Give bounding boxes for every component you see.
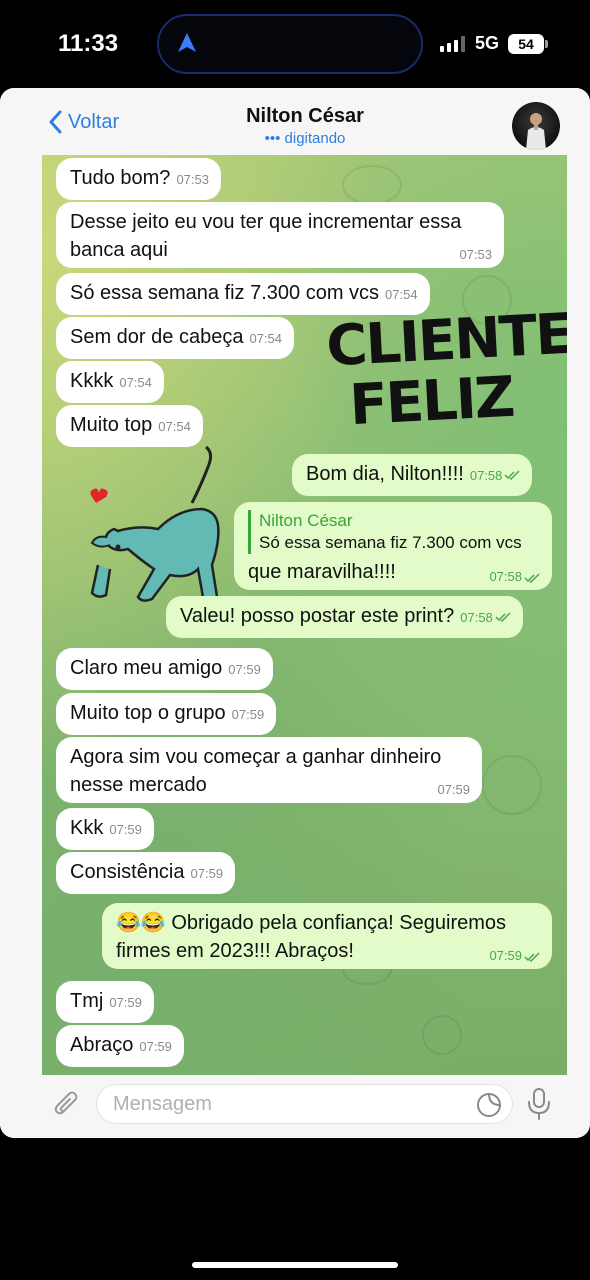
battery-icon: 54 xyxy=(508,34,548,54)
mic-icon[interactable] xyxy=(526,1087,552,1126)
message-incoming[interactable]: Agora sim vou começar a ganhar dinheiro … xyxy=(56,737,482,803)
message-time: 07:54 xyxy=(158,419,191,434)
navigation-arrow-icon xyxy=(176,32,198,59)
message-text: Abraço xyxy=(70,1034,134,1056)
message-outgoing[interactable]: Valeu! posso postar este print? 07:58 xyxy=(166,596,523,638)
message-outgoing[interactable]: 😂😂 Obrigado pela confiança! Seguiremos f… xyxy=(102,903,552,969)
message-time: 07:53 xyxy=(459,247,492,262)
message-text: Sem dor de cabeça xyxy=(70,326,244,348)
message-incoming[interactable]: Sem dor de cabeça 07:54 xyxy=(56,317,294,359)
message-incoming[interactable]: Consistência 07:59 xyxy=(56,852,236,894)
message-text: Claro meu amigo xyxy=(70,657,223,679)
message-incoming[interactable]: Tudo bom? 07:53 xyxy=(56,158,221,200)
read-ticks-icon xyxy=(524,952,540,962)
message-time: 07:58 xyxy=(460,610,493,625)
message-incoming[interactable]: Kkk 07:59 xyxy=(56,808,154,850)
quoted-author: Nilton César xyxy=(259,511,353,530)
message-text: Kkkk xyxy=(70,370,114,392)
message-incoming[interactable]: Claro meu amigo 07:59 xyxy=(56,648,273,690)
message-time: 07:54 xyxy=(119,375,152,390)
message-text: Muito top o grupo xyxy=(70,702,226,724)
message-time: 07:59 xyxy=(190,866,224,881)
message-incoming[interactable]: Kkkk 07:54 xyxy=(56,361,164,403)
message-text: Muito top xyxy=(70,414,153,436)
home-indicator[interactable] xyxy=(192,1262,398,1268)
message-time: 07:53 xyxy=(176,172,209,187)
composer xyxy=(0,1075,590,1138)
message-time: 07:58 xyxy=(469,468,503,483)
cliente-feliz-sticker: CLIENTE FELIZ xyxy=(324,301,567,439)
message-time: 07:54 xyxy=(385,287,418,302)
signal-icon xyxy=(440,36,465,52)
chat-window: Voltar Nilton César ••• digitando CLIENT… xyxy=(0,88,590,1138)
message-text: 😂😂 Obrigado pela confiança! Seguiremos f… xyxy=(116,912,507,962)
message-time: 07:59 xyxy=(228,662,261,677)
sticker-icon[interactable] xyxy=(476,1092,502,1123)
message-text: Tudo bom? xyxy=(70,167,171,189)
status-time: 11:33 xyxy=(58,30,119,57)
message-incoming[interactable]: Abraço 07:59 xyxy=(56,1025,184,1067)
message-time: 07:59 xyxy=(109,822,142,837)
message-outgoing[interactable]: Bom dia, Nilton!!!! 07:58 xyxy=(292,454,533,496)
message-text: Tmj xyxy=(70,990,104,1012)
message-input[interactable] xyxy=(97,1085,457,1123)
message-time: 07:59 xyxy=(139,1039,172,1054)
message-time: 07:59 xyxy=(489,949,540,963)
dog-sticker xyxy=(90,445,220,607)
contact-name[interactable]: Nilton César xyxy=(0,105,590,128)
message-incoming[interactable]: Tmj 07:59 xyxy=(56,981,154,1023)
message-time: 07:59 xyxy=(109,995,142,1010)
message-text: Desse jeito eu vou ter que incrementar e… xyxy=(70,211,462,261)
status-bar: 11:33 5G 54 xyxy=(0,0,590,88)
message-text: Só essa semana fiz 7.300 com vcs xyxy=(70,282,380,304)
attach-icon[interactable] xyxy=(52,1089,82,1124)
message-text: que maravilha!!!! xyxy=(248,561,396,583)
message-time: 07:59 xyxy=(437,782,470,797)
read-ticks-icon xyxy=(524,573,540,583)
message-text: Valeu! posso postar este print? xyxy=(180,605,455,627)
message-outgoing-reply[interactable]: Nilton César Só essa semana fiz 7.300 co… xyxy=(234,502,552,590)
typing-status: ••• digitando xyxy=(264,130,346,147)
message-text: Bom dia, Nilton!!!! xyxy=(306,463,464,485)
read-ticks-icon xyxy=(504,470,520,480)
chat-header: Voltar Nilton César ••• digitando xyxy=(0,88,590,155)
message-time: 07:54 xyxy=(249,331,282,346)
message-text: Kkk xyxy=(70,817,104,839)
message-text: Agora sim vou começar a ganhar dinheiro … xyxy=(70,746,442,796)
read-ticks-icon xyxy=(495,612,511,622)
message-time: 07:58 xyxy=(489,570,540,584)
quoted-message[interactable]: Nilton César Só essa semana fiz 7.300 co… xyxy=(248,510,540,554)
message-incoming[interactable]: Desse jeito eu vou ter que incrementar e… xyxy=(56,202,504,268)
message-list[interactable]: CLIENTE FELIZ Tudo bom? 07:53 Desse jeito… xyxy=(42,155,567,1075)
message-incoming[interactable]: Só essa semana fiz 7.300 com vcs 07:54 xyxy=(56,273,430,315)
avatar[interactable] xyxy=(512,102,560,150)
network-label: 5G xyxy=(475,33,500,53)
quoted-text: Só essa semana fiz 7.300 com vcs xyxy=(259,533,522,552)
message-time: 07:59 xyxy=(231,707,265,722)
message-text: Consistência xyxy=(70,861,185,883)
message-input-wrapper xyxy=(96,1084,513,1124)
message-incoming[interactable]: Muito top o grupo 07:59 xyxy=(56,693,277,735)
message-incoming[interactable]: Muito top 07:54 xyxy=(56,405,203,447)
